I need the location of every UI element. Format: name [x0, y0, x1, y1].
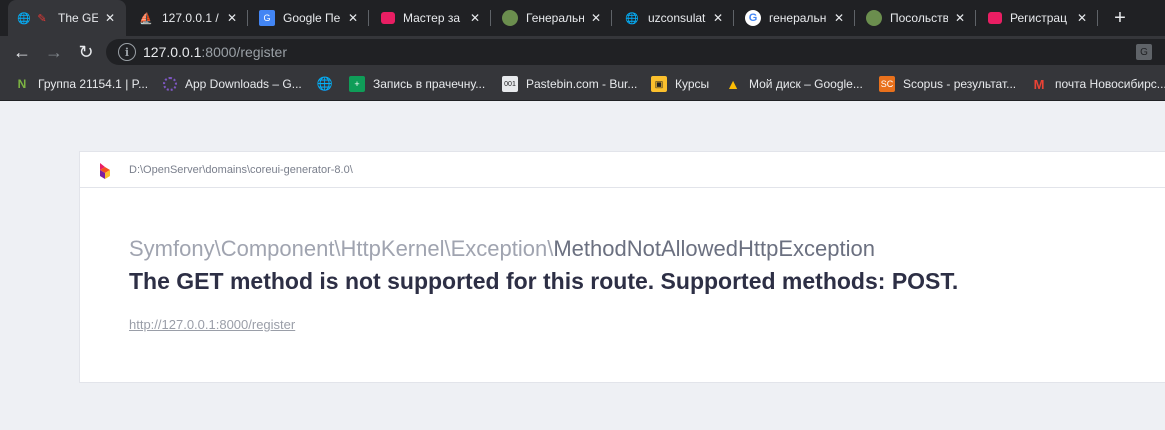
green-sheet-icon: + — [349, 76, 365, 92]
bookmark-item[interactable]: ▲ Мой диск – Google... — [725, 75, 863, 93]
tab-title: Посольств — [890, 11, 948, 25]
browser-toolbar: ← → ↻ i 127.0.0.1:8000/register G — [0, 36, 1165, 68]
emblem-icon — [502, 10, 518, 26]
bookmark-item[interactable]: 🌐 — [317, 75, 341, 93]
loading-circle-icon — [163, 77, 177, 91]
ignition-logo-icon — [100, 163, 110, 179]
tab-title: Генеральн — [526, 11, 584, 25]
bookmark-item[interactable]: ▣ Курсы — [651, 75, 709, 93]
tab-title: Регистрац — [1010, 11, 1067, 25]
tab-registration[interactable]: Регистрац ✕ — [980, 0, 1098, 36]
bookmark-item[interactable]: M почта Новосибирс... — [1031, 75, 1165, 93]
bookmark-item[interactable]: + Запись в прачечну... — [349, 75, 485, 93]
scopus-icon: SC — [879, 76, 895, 92]
translate-icon[interactable]: G — [1136, 44, 1152, 60]
bookmark-item[interactable]: 001 Pastebin.com - Bur... — [502, 75, 637, 93]
tab-embassy[interactable]: Посольств ✕ — [858, 0, 976, 36]
close-icon[interactable]: ✕ — [467, 10, 483, 26]
back-arrow-icon[interactable]: ← — [10, 40, 34, 64]
tab-title: uzconsulat — [648, 11, 706, 25]
close-icon[interactable]: ✕ — [952, 10, 968, 26]
tab-uzconsulat[interactable]: 🌐 uzconsulat ✕ — [616, 0, 734, 36]
globe-icon: 🌐 — [316, 76, 334, 91]
tab-phpmyadmin[interactable]: ⛵ 127.0.0.1 / ✕ — [130, 0, 248, 36]
close-icon[interactable]: ✕ — [831, 10, 847, 26]
url-text[interactable]: 127.0.0.1:8000/register — [143, 44, 287, 60]
tab-general-1[interactable]: Генеральн ✕ — [494, 0, 612, 36]
tab-master[interactable]: Мастер за ✕ — [373, 0, 491, 36]
close-icon[interactable]: ✕ — [588, 10, 604, 26]
info-icon[interactable]: i — [118, 43, 136, 61]
exception-class: Symfony\Component\HttpKernel\Exception\M… — [129, 236, 875, 261]
emblem-icon — [866, 10, 882, 26]
phpmyadmin-icon: ⛵ — [139, 12, 153, 25]
new-tab-button[interactable]: + — [1108, 6, 1132, 30]
tab-title: Мастер за — [403, 11, 461, 25]
close-icon[interactable]: ✕ — [102, 10, 118, 26]
page-content: D:\OpenServer\domains\coreui-generator-8… — [0, 101, 1165, 430]
n-icon: N — [17, 77, 27, 91]
red-laravel-icon: ✎ — [37, 12, 47, 25]
tab-title: генеральн — [769, 11, 827, 25]
globe-icon: 🌐 — [17, 12, 31, 25]
bookmark-item[interactable]: App Downloads – G... — [163, 75, 302, 93]
bookmark-item[interactable]: SC Scopus - результат... — [879, 75, 1016, 93]
browser-tab-strip: 🌐 ✎ The GET ✕ ⛵ 127.0.0.1 / ✕ G Google П… — [0, 0, 1165, 36]
close-icon[interactable]: ✕ — [710, 10, 726, 26]
tab-title: 127.0.0.1 / — [162, 11, 219, 25]
file-path: D:\OpenServer\domains\coreui-generator-8… — [129, 164, 353, 176]
request-url-link[interactable]: http://127.0.0.1:8000/register — [129, 317, 295, 332]
globe-icon: 🌐 — [625, 12, 639, 25]
tab-the-get[interactable]: 🌐 ✎ The GET ✕ — [8, 0, 126, 36]
tab-general-search[interactable]: G генеральн ✕ — [737, 0, 855, 36]
gmail-icon: M — [1033, 76, 1045, 92]
google-translate-icon: G — [259, 10, 275, 26]
pink-app-icon — [988, 12, 1002, 24]
address-bar[interactable]: i 127.0.0.1:8000/register G — [106, 39, 1165, 65]
tab-title: Google Пе — [283, 11, 341, 25]
google-icon: G — [745, 10, 761, 26]
bookmarks-bar: N Группа 21154.1 | P... App Downloads – … — [0, 68, 1165, 101]
course-icon: ▣ — [651, 76, 667, 92]
bookmark-item[interactable]: N Группа 21154.1 | P... — [14, 75, 148, 93]
google-drive-icon: ▲ — [726, 76, 740, 92]
forward-arrow-icon[interactable]: → — [42, 40, 66, 64]
close-icon[interactable]: ✕ — [1074, 10, 1090, 26]
error-card-header: D:\OpenServer\domains\coreui-generator-8… — [80, 152, 1165, 188]
close-icon[interactable]: ✕ — [345, 10, 361, 26]
pastebin-icon: 001 — [502, 76, 518, 92]
error-card: D:\OpenServer\domains\coreui-generator-8… — [79, 151, 1165, 383]
tab-title: The GET — [58, 11, 98, 25]
tab-google-translate[interactable]: G Google Пе ✕ — [251, 0, 369, 36]
close-icon[interactable]: ✕ — [224, 10, 240, 26]
pink-app-icon — [381, 12, 395, 24]
reload-icon[interactable]: ↻ — [74, 40, 98, 64]
exception-message: The GET method is not supported for this… — [129, 268, 959, 294]
